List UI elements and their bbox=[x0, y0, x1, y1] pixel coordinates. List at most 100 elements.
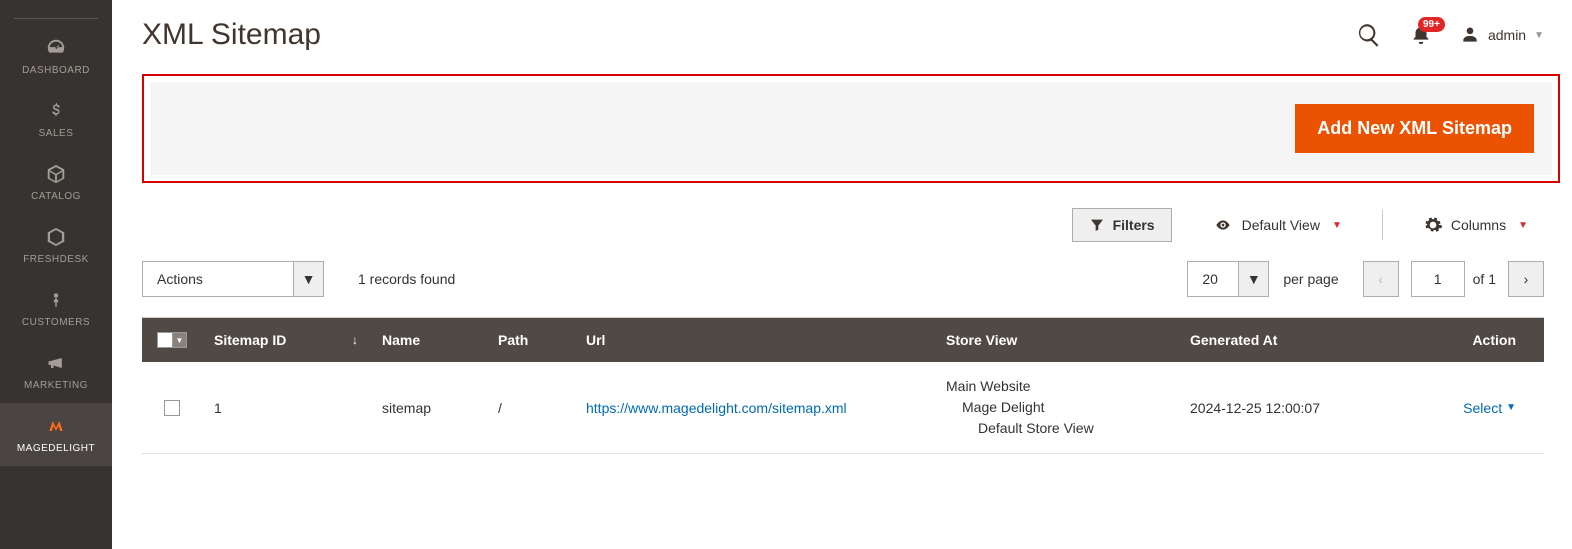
sidebar-item-dashboard[interactable]: DASHBOARD bbox=[0, 25, 112, 88]
row-checkbox[interactable] bbox=[164, 400, 180, 416]
select-all-checkbox[interactable] bbox=[157, 332, 173, 348]
sidebar-label: FRESHDESK bbox=[23, 254, 89, 265]
megaphone-icon bbox=[42, 350, 70, 376]
chevron-down-icon: ▼ bbox=[1534, 30, 1544, 41]
notifications-button[interactable]: 99+ bbox=[1410, 23, 1432, 47]
highlighted-action-region: Add New XML Sitemap bbox=[142, 74, 1560, 183]
select-all-cell[interactable]: ▼ bbox=[142, 318, 202, 362]
sitemap-grid: ▼ Sitemap ID ↓ Name Path Url Store View … bbox=[142, 317, 1544, 454]
per-page-select[interactable]: 20 ▼ bbox=[1187, 261, 1269, 297]
magedelight-icon bbox=[42, 413, 70, 439]
row-action-select[interactable]: Select ▼ bbox=[1463, 400, 1516, 416]
store-website: Main Website bbox=[946, 376, 1094, 397]
store-group: Mage Delight bbox=[946, 397, 1094, 418]
account-menu[interactable]: admin ▼ bbox=[1460, 25, 1544, 45]
sidebar-label: CUSTOMERS bbox=[22, 317, 90, 328]
col-id-label: Sitemap ID bbox=[214, 332, 286, 348]
chevron-down-icon: ▼ bbox=[1238, 262, 1268, 296]
sidebar-item-marketing[interactable]: MARKETING bbox=[0, 340, 112, 403]
user-icon bbox=[1460, 25, 1480, 45]
table-row: 1 sitemap / https://www.magedelight.com/… bbox=[142, 362, 1544, 454]
store-view: Default Store View bbox=[946, 418, 1094, 439]
sidebar-label: MARKETING bbox=[24, 380, 88, 391]
sort-desc-icon: ↓ bbox=[352, 333, 358, 347]
catalog-icon bbox=[42, 161, 70, 187]
column-header-id[interactable]: Sitemap ID ↓ bbox=[202, 318, 370, 362]
col-action-label: Action bbox=[1472, 332, 1516, 348]
account-name: admin bbox=[1488, 27, 1526, 43]
grid-toolbar: Filters Default View ▼ Columns ▼ bbox=[112, 183, 1572, 243]
next-page-button[interactable]: › bbox=[1508, 261, 1544, 297]
eye-icon bbox=[1212, 217, 1234, 233]
chevron-down-icon: ▼ bbox=[1332, 220, 1342, 231]
gear-icon bbox=[1423, 215, 1443, 235]
per-page-value: 20 bbox=[1188, 262, 1238, 296]
page-header: XML Sitemap 99+ admin ▼ bbox=[112, 0, 1572, 52]
chevron-down-icon: ▼ bbox=[293, 262, 323, 296]
sidebar-label: SALES bbox=[39, 128, 74, 139]
chevron-right-icon: › bbox=[1524, 271, 1529, 287]
cell-store: Main Website Mage Delight Default Store … bbox=[934, 362, 1178, 453]
page-actions-bar: Add New XML Sitemap bbox=[150, 82, 1552, 175]
page-title: XML Sitemap bbox=[142, 18, 321, 52]
per-page-control: 20 ▼ per page bbox=[1187, 261, 1338, 297]
sidebar-label: CATALOG bbox=[31, 191, 81, 202]
sidebar-item-freshdesk[interactable]: FRESHDESK bbox=[0, 214, 112, 277]
sidebar-label: DASHBOARD bbox=[22, 65, 90, 76]
sidebar-item-customers[interactable]: CUSTOMERS bbox=[0, 277, 112, 340]
cell-url: https://www.magedelight.com/sitemap.xml bbox=[574, 362, 934, 453]
toolbar-separator bbox=[1382, 210, 1383, 240]
cell-id: 1 bbox=[202, 362, 370, 453]
row-action-label: Select bbox=[1463, 400, 1502, 416]
filters-button[interactable]: Filters bbox=[1072, 208, 1172, 242]
prev-page-button[interactable]: ‹ bbox=[1363, 261, 1399, 297]
column-header-store[interactable]: Store View bbox=[934, 318, 1178, 362]
chevron-left-icon: ‹ bbox=[1378, 271, 1383, 287]
person-icon bbox=[42, 287, 70, 313]
admin-sidebar: DASHBOARD SALES CATALOG FRESHDESK CUSTOM… bbox=[0, 0, 112, 549]
chevron-down-icon: ▼ bbox=[173, 332, 187, 348]
cell-action: Select ▼ bbox=[1406, 362, 1544, 453]
page-total-text: of 1 bbox=[1473, 271, 1496, 287]
column-header-url[interactable]: Url bbox=[574, 318, 934, 362]
column-header-path[interactable]: Path bbox=[486, 318, 574, 362]
columns-button[interactable]: Columns ▼ bbox=[1407, 207, 1544, 243]
pagination-controls: 20 ▼ per page ‹ 1 of 1 › bbox=[1187, 261, 1544, 297]
col-url-label: Url bbox=[586, 332, 605, 348]
mass-actions-dropdown[interactable]: Actions ▼ bbox=[142, 261, 324, 297]
grid-controls-row: Actions ▼ 1 records found 20 ▼ per page … bbox=[112, 243, 1572, 311]
filters-label: Filters bbox=[1113, 217, 1155, 233]
cell-path: / bbox=[486, 362, 574, 453]
left-controls: Actions ▼ 1 records found bbox=[142, 261, 455, 297]
cell-name: sitemap bbox=[370, 362, 486, 453]
bookmarks-view-button[interactable]: Default View ▼ bbox=[1196, 209, 1358, 241]
chevron-down-icon: ▼ bbox=[1506, 402, 1516, 413]
col-path-label: Path bbox=[498, 332, 528, 348]
column-header-name[interactable]: Name bbox=[370, 318, 486, 362]
global-search-button[interactable] bbox=[1356, 22, 1382, 48]
main-content: XML Sitemap 99+ admin ▼ Add New XML Site… bbox=[112, 0, 1572, 549]
dollar-icon bbox=[42, 98, 70, 124]
hexagon-icon bbox=[42, 224, 70, 250]
per-page-label: per page bbox=[1283, 271, 1338, 287]
sidebar-label: MAGEDELIGHT bbox=[17, 443, 95, 454]
row-checkbox-cell[interactable] bbox=[142, 362, 202, 453]
view-label: Default View bbox=[1242, 217, 1320, 233]
columns-label: Columns bbox=[1451, 217, 1506, 233]
col-store-label: Store View bbox=[946, 332, 1017, 348]
sidebar-item-magedelight[interactable]: MAGEDELIGHT bbox=[0, 403, 112, 466]
sitemap-url-link[interactable]: https://www.magedelight.com/sitemap.xml bbox=[586, 400, 847, 416]
current-page-input[interactable]: 1 bbox=[1411, 261, 1465, 297]
col-gen-label: Generated At bbox=[1190, 332, 1277, 348]
chevron-down-icon: ▼ bbox=[1518, 220, 1528, 231]
cell-generated: 2024-12-25 12:00:07 bbox=[1178, 362, 1406, 453]
sidebar-item-sales[interactable]: SALES bbox=[0, 88, 112, 151]
funnel-icon bbox=[1089, 217, 1105, 233]
column-header-generated[interactable]: Generated At bbox=[1178, 318, 1406, 362]
sidebar-item-catalog[interactable]: CATALOG bbox=[0, 151, 112, 214]
add-new-xml-sitemap-button[interactable]: Add New XML Sitemap bbox=[1295, 104, 1534, 153]
column-header-action: Action bbox=[1406, 318, 1544, 362]
search-icon bbox=[1356, 22, 1382, 48]
header-actions: 99+ admin ▼ bbox=[1356, 22, 1544, 48]
records-found-text: 1 records found bbox=[358, 271, 455, 287]
